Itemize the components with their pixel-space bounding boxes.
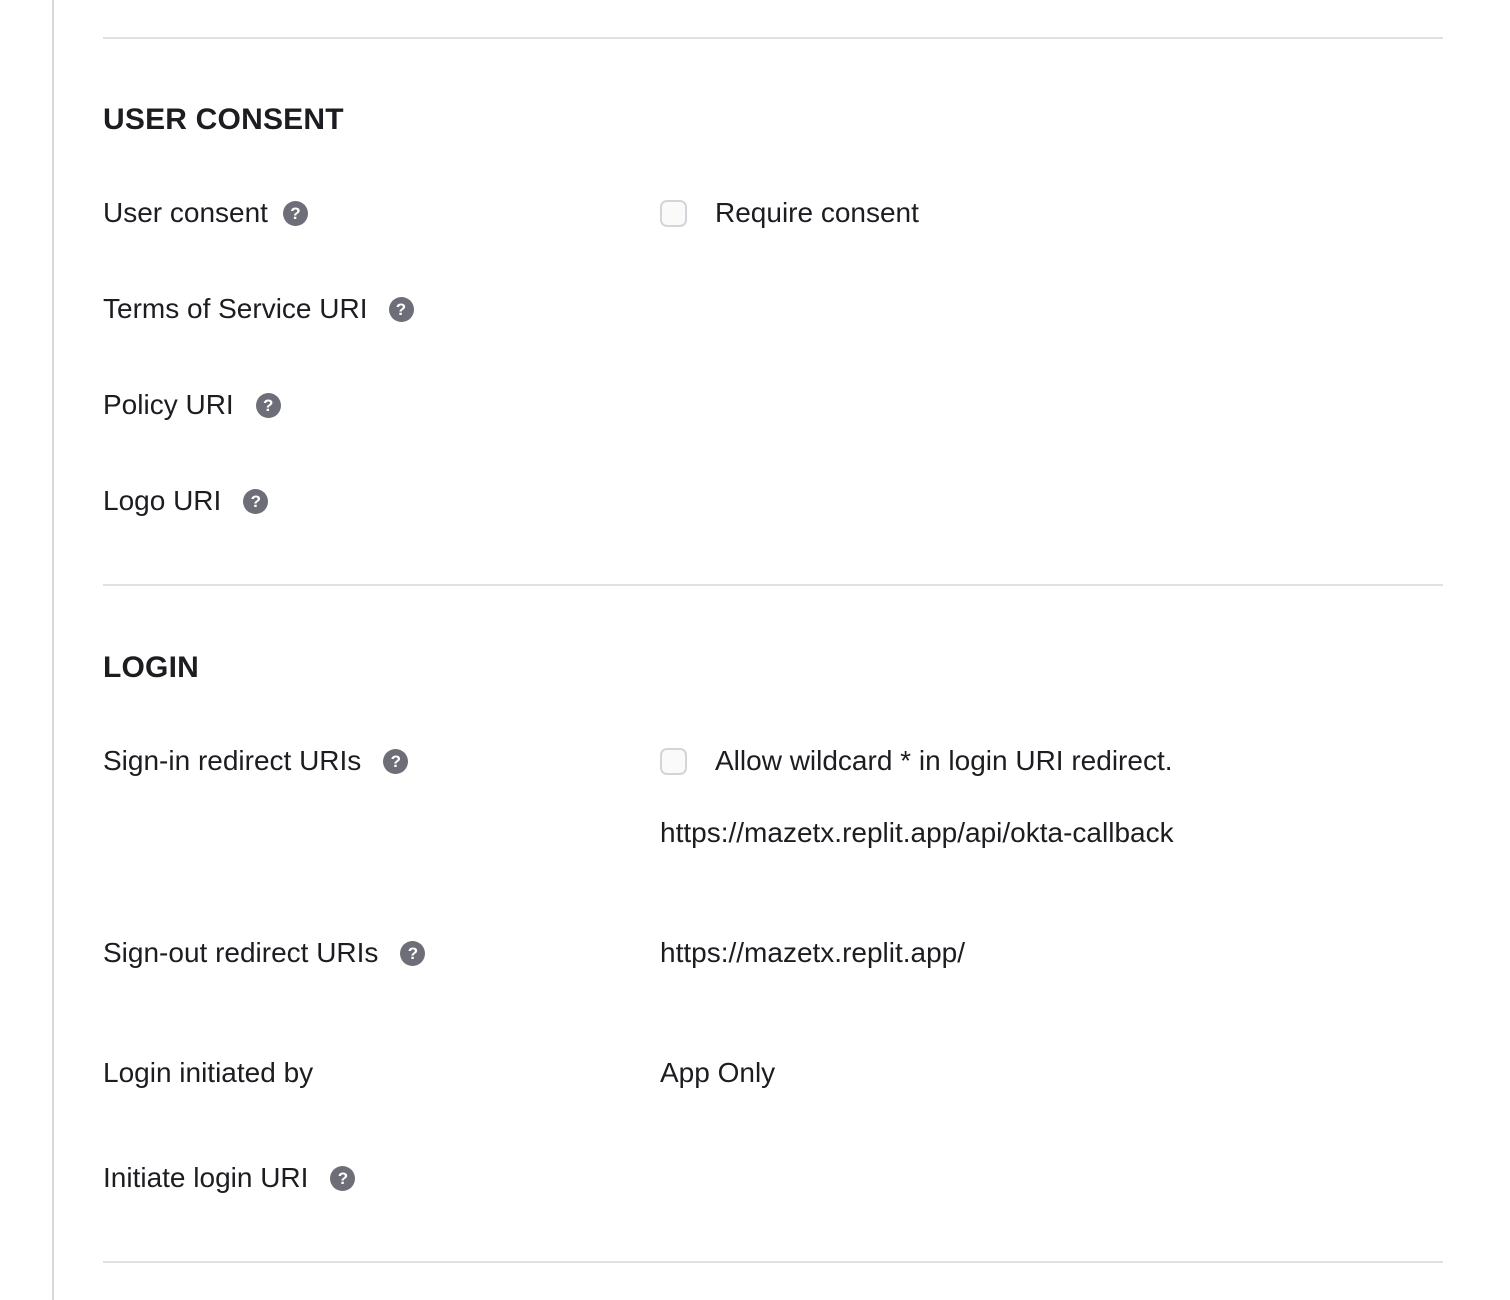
terms-of-service-label-group: Terms of Service URI ? <box>103 291 414 327</box>
question-circle-icon[interactable]: ? <box>243 488 269 514</box>
panel-left-border <box>52 0 54 1300</box>
logo-uri-label: Logo URI <box>103 485 222 516</box>
question-circle-icon[interactable]: ? <box>255 392 281 418</box>
logo-uri-label-group: Logo URI ? <box>103 483 269 519</box>
login-initiated-by-value: App Only <box>660 1057 776 1088</box>
allow-wildcard-checkbox[interactable] <box>660 747 687 775</box>
user-consent-section-title: USER CONSENT <box>103 103 344 136</box>
initiate-login-uri-label-group: Initiate login URI ? <box>103 1160 356 1196</box>
section-divider-middle <box>103 584 1443 586</box>
signin-redirect-uri: https://mazetx.replit.app/api/okta-callb… <box>660 817 1174 848</box>
signout-redirect-uri: https://mazetx.replit.app/ <box>660 937 966 968</box>
signin-redirect-values: Allow wildcard * in login URI redirect. … <box>660 743 1174 851</box>
user-consent-label: User consent <box>103 197 268 228</box>
policy-uri-label: Policy URI <box>103 389 234 420</box>
question-circle-icon[interactable]: ? <box>383 748 409 774</box>
login-section-title: LOGIN <box>103 651 199 684</box>
terms-of-service-label: Terms of Service URI <box>103 293 368 324</box>
initiate-login-uri-label: Initiate login URI <box>103 1162 309 1193</box>
require-consent-option[interactable]: Require consent <box>660 195 919 231</box>
section-divider-top <box>103 37 1443 39</box>
question-circle-icon[interactable]: ? <box>400 940 426 966</box>
policy-uri-label-group: Policy URI ? <box>103 387 281 423</box>
question-circle-icon[interactable]: ? <box>388 296 414 322</box>
question-circle-icon[interactable]: ? <box>330 1165 356 1191</box>
login-initiated-by-label: Login initiated by <box>103 1057 314 1088</box>
allow-wildcard-option[interactable]: Allow wildcard * in login URI redirect. <box>660 743 1174 779</box>
user-consent-label-group: User consent ? <box>103 195 308 231</box>
require-consent-checkbox[interactable] <box>660 199 687 227</box>
allow-wildcard-label[interactable]: Allow wildcard * in login URI redirect. <box>715 743 1173 779</box>
question-circle-icon[interactable]: ? <box>282 200 308 226</box>
signin-redirect-label: Sign-in redirect URIs <box>103 745 362 776</box>
require-consent-label[interactable]: Require consent <box>715 195 919 231</box>
section-divider-bottom <box>103 1261 1443 1263</box>
signout-redirect-label-group: Sign-out redirect URIs ? <box>103 935 426 971</box>
signout-redirect-label: Sign-out redirect URIs <box>103 937 379 968</box>
signin-redirect-label-group: Sign-in redirect URIs ? <box>103 743 409 779</box>
login-initiated-by-label-group: Login initiated by <box>103 1055 313 1091</box>
